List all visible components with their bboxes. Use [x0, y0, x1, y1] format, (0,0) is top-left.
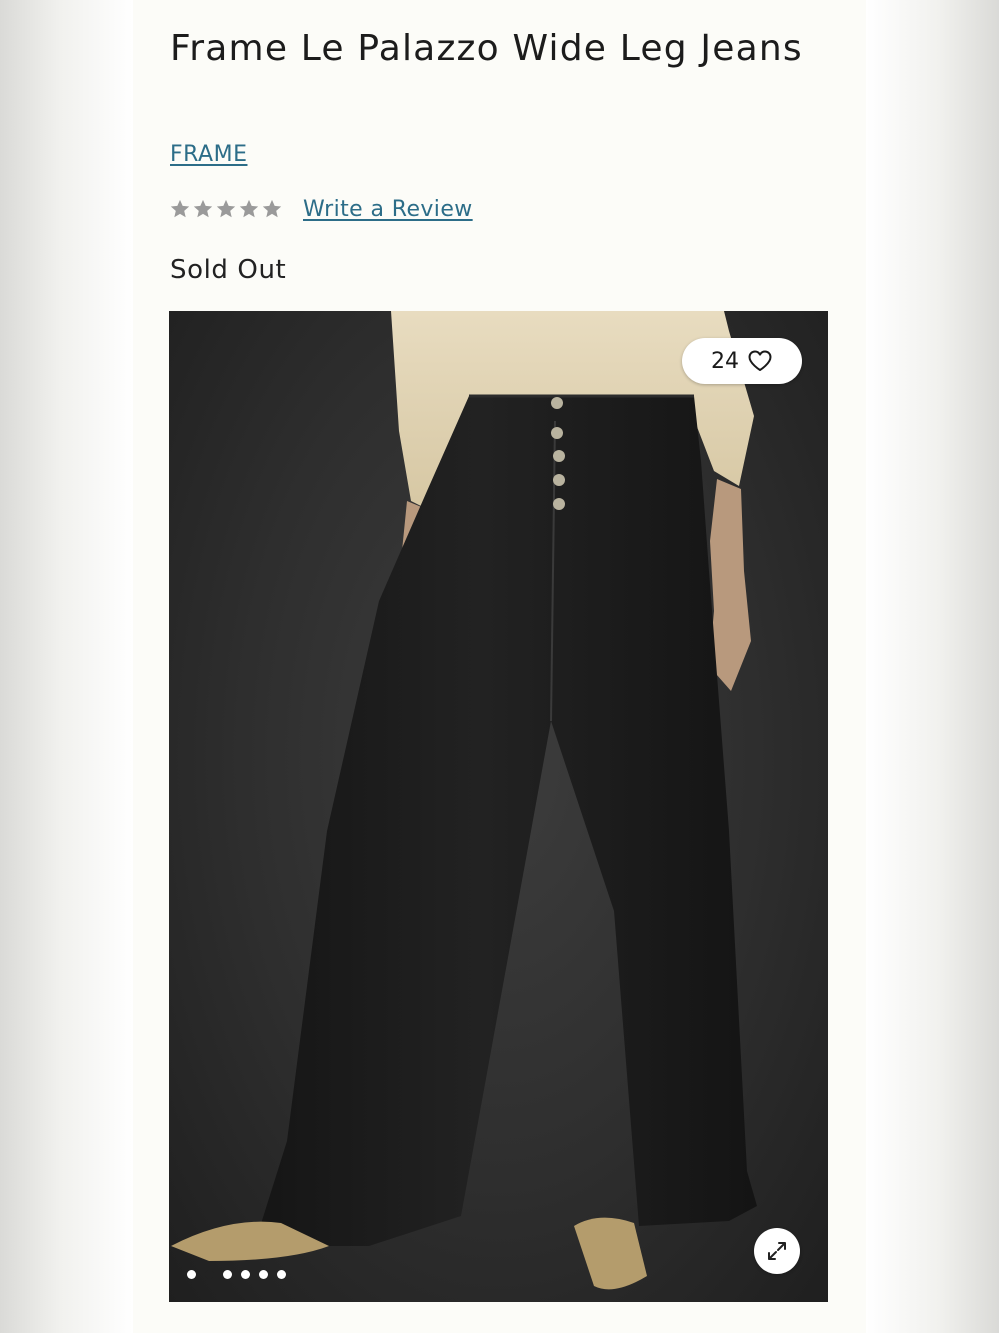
- carousel-dot[interactable]: [259, 1270, 268, 1279]
- expand-image-button[interactable]: [754, 1228, 800, 1274]
- star-icon: [170, 199, 190, 218]
- star-rating[interactable]: [169, 198, 283, 220]
- stock-status: Sold Out: [170, 255, 287, 285]
- expand-icon: [768, 1242, 786, 1260]
- rating-row: Write a Review: [169, 193, 473, 225]
- star-icon: [216, 199, 236, 218]
- wishlist-count: 24: [711, 348, 739, 374]
- product-image: [171, 311, 757, 1290]
- star-icon: [193, 199, 213, 218]
- wishlist-button[interactable]: 24: [682, 338, 802, 384]
- product-image-gallery[interactable]: 24: [169, 311, 828, 1302]
- product-title: Frame Le Palazzo Wide Leg Jeans: [170, 28, 803, 69]
- carousel-dot[interactable]: [241, 1270, 250, 1279]
- carousel-dot[interactable]: [223, 1270, 232, 1279]
- product-page: Frame Le Palazzo Wide Leg Jeans FRAME Wr…: [133, 0, 866, 1333]
- write-review-link[interactable]: Write a Review: [303, 197, 473, 222]
- carousel-dots: [187, 1270, 286, 1279]
- carousel-dot[interactable]: [187, 1270, 196, 1279]
- carousel-dot-active[interactable]: [205, 1270, 214, 1279]
- heart-icon: [748, 350, 772, 371]
- star-icon: [262, 199, 282, 218]
- carousel-dot[interactable]: [277, 1270, 286, 1279]
- star-icon: [239, 199, 259, 218]
- brand-link[interactable]: FRAME: [170, 140, 247, 170]
